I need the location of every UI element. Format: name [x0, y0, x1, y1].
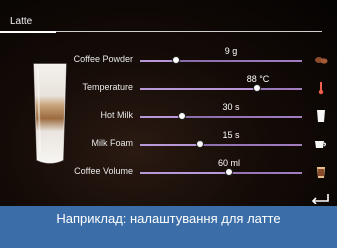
- setting-label: Milk Foam: [91, 138, 133, 148]
- setting-row-milk-foam: Milk Foam 15 s: [0, 130, 337, 154]
- setting-label: Temperature: [82, 82, 133, 92]
- setting-slider-knob[interactable]: [171, 56, 180, 64]
- setting-slider-fill: [140, 116, 183, 118]
- setting-value: 9 g: [224, 46, 238, 56]
- setting-slider-track[interactable]: [140, 88, 302, 90]
- coffee-cup-icon: [314, 165, 328, 179]
- setting-slider-fill: [140, 88, 257, 90]
- header-divider-accent: [0, 31, 56, 33]
- setting-label: Coffee Volume: [74, 166, 133, 176]
- setting-label: Coffee Powder: [73, 54, 133, 64]
- setting-label: Hot Milk: [100, 110, 133, 120]
- setting-row-temperature: Temperature 88 °C: [0, 74, 337, 98]
- setting-slider-track[interactable]: [140, 60, 302, 62]
- page-title: Latte: [10, 16, 33, 27]
- setting-value: 30 s: [222, 102, 240, 112]
- setting-row-hot-milk: Hot Milk 30 s: [0, 102, 337, 126]
- thermometer-icon: [314, 81, 328, 95]
- latte-settings-screen: Latte Coffee Powder 9 g Temperature 88 °…: [0, 0, 337, 248]
- setting-slider-knob[interactable]: [252, 84, 261, 92]
- setting-slider-knob[interactable]: [225, 168, 234, 176]
- coffee-beans-icon: [314, 53, 328, 67]
- setting-row-coffee-powder: Coffee Powder 9 g: [0, 46, 337, 70]
- setting-slider-track[interactable]: [140, 116, 302, 118]
- setting-slider-knob[interactable]: [178, 112, 187, 120]
- milk-glass-icon: [314, 109, 328, 123]
- setting-slider-track[interactable]: [140, 144, 302, 146]
- setting-row-coffee-volume: Coffee Volume 60 ml: [0, 158, 337, 182]
- header: Latte: [0, 0, 337, 34]
- setting-slider-fill: [140, 172, 230, 174]
- caption-banner: Наприклад: налаштування для латте: [0, 206, 337, 248]
- setting-slider-track[interactable]: [140, 172, 302, 174]
- setting-slider-knob[interactable]: [195, 140, 204, 148]
- setting-slider-fill: [140, 144, 200, 146]
- back-icon[interactable]: [310, 192, 330, 204]
- milk-foam-cup-icon: [314, 137, 328, 151]
- setting-slider-fill: [140, 60, 176, 62]
- setting-value: 15 s: [222, 130, 240, 140]
